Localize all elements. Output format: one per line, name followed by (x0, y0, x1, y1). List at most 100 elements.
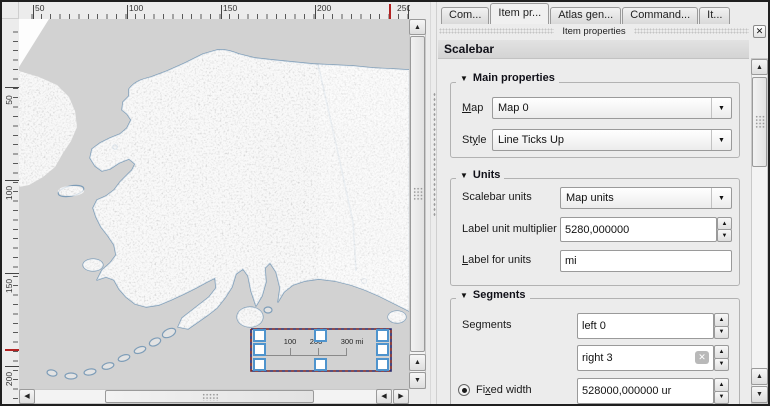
tab-item-properties[interactable]: Item pr... (490, 3, 549, 24)
scalebar-label-100: 100 (284, 337, 297, 346)
resize-handle-bottom-left[interactable] (253, 358, 266, 371)
tab-atlas-generation[interactable]: Atlas gen... (550, 7, 621, 24)
style-label: Style (462, 134, 486, 146)
spin-up-icon[interactable]: ▲ (714, 313, 729, 327)
map-label: Map (462, 102, 483, 114)
ruler-label: 150 (4, 275, 14, 297)
scroll-left-icon: ◀ (24, 393, 29, 400)
fixed-width-input[interactable]: 528000,000000 ur (577, 378, 714, 404)
scalebar-map-item[interactable]: 100 200 300 mi (250, 328, 392, 372)
label-unit-multiplier-spinner: ▲ ▼ (717, 217, 732, 242)
collapse-arrow-icon: ▼ (460, 291, 468, 300)
resize-handle-middle-right[interactable] (376, 343, 389, 356)
scroll-up-button[interactable]: ▲ (409, 19, 426, 35)
ruler-label: 250 (397, 3, 410, 13)
radio-dot (462, 388, 467, 393)
cursor-position-marker (389, 4, 391, 19)
spin-down-icon[interactable]: ▼ (714, 358, 729, 372)
resize-handle-top-right[interactable] (376, 329, 389, 342)
item-properties-panel: Com... Item pr... Atlas gen... Command..… (437, 2, 768, 404)
tab-items[interactable]: It... (699, 7, 730, 24)
fixed-width-radio[interactable] (458, 384, 470, 396)
resize-handle-top-left[interactable] (253, 329, 266, 342)
tab-command-history[interactable]: Command... (622, 7, 698, 24)
item-type-header: Scalebar (438, 40, 749, 59)
main-properties-group-title[interactable]: ▼ Main properties (456, 72, 559, 84)
resize-handle-middle-left[interactable] (253, 343, 266, 356)
resize-handle-bottom-center[interactable] (314, 358, 327, 371)
ruler-label: 50 (35, 3, 44, 13)
scalebar-units-combobox[interactable]: Map units ▼ (560, 187, 732, 209)
segments-left-input[interactable]: left 0 (577, 313, 714, 339)
scroll-down-button[interactable]: ▼ (751, 386, 768, 403)
composer-area: 50 100 150 200 250 50 100 150 200 (2, 2, 430, 404)
label-for-units-input[interactable]: mi (560, 250, 732, 272)
vertical-ruler: 50 100 150 200 (2, 19, 19, 404)
spin-down-icon[interactable]: ▼ (717, 229, 732, 242)
panel-vertical-scrollbar[interactable]: ▲ ▲ ▼ (751, 58, 768, 404)
scrollbar-thumb[interactable] (105, 390, 314, 403)
fixed-width-spinner: ▲ ▼ (714, 378, 729, 404)
ruler-label: 150 (223, 3, 237, 13)
segments-right-input[interactable]: right 3 (577, 345, 714, 371)
ruler-label: 200 (317, 3, 331, 13)
spin-up-icon[interactable]: ▲ (714, 345, 729, 359)
scroll-left-icon: ◀ (381, 393, 386, 400)
chevron-down-icon[interactable]: ▼ (711, 98, 731, 118)
scroll-down-icon: ▼ (756, 391, 763, 398)
scroll-right-icon: ▶ (398, 393, 403, 400)
scalebar-tick (318, 348, 319, 356)
scroll-down-icon: ▼ (414, 377, 421, 384)
dock-title-ornament (439, 28, 554, 34)
scroll-left-button[interactable]: ◀ (19, 389, 35, 404)
panel-scroll-content: ▼ Main properties Map Map 0 ▼ Style Line… (438, 60, 750, 404)
fixed-width-label: Fixed width (476, 384, 532, 396)
scrollbar-thumb[interactable] (752, 77, 767, 167)
resize-handle-top-center[interactable] (314, 329, 327, 342)
ruler-label: 100 (129, 3, 143, 13)
scalebar-units-label: Scalebar units (462, 191, 532, 203)
scrollbar-thumb[interactable] (410, 36, 425, 352)
scroll-up-icon: ▲ (414, 24, 421, 31)
scalebar-label-300mi: 300 mi (341, 337, 364, 346)
scalebar-tick (346, 348, 347, 356)
composition-canvas[interactable]: 100 200 300 mi (19, 19, 409, 389)
cursor-position-marker (5, 349, 19, 351)
scroll-up-button-2[interactable]: ▲ (751, 368, 768, 385)
ruler-tick (315, 5, 316, 19)
close-icon[interactable]: ✕ (753, 25, 766, 38)
dock-splitter[interactable] (430, 2, 437, 404)
scroll-down-button[interactable]: ▼ (409, 372, 426, 389)
dock-titlebar: Item properties ✕ (439, 25, 766, 37)
canvas-horizontal-scrollbar[interactable]: ◀ ◀ ▶ (19, 389, 409, 404)
segments-group-title[interactable]: ▼ Segments (456, 289, 530, 301)
ruler-label: 200 (4, 368, 14, 390)
canvas-vertical-scrollbar[interactable]: ▲ ▲ ▼ (409, 19, 427, 389)
chevron-down-icon[interactable]: ▼ (711, 130, 731, 150)
style-combobox[interactable]: Line Ticks Up ▼ (492, 129, 732, 151)
ruler-tick (5, 180, 19, 181)
spin-down-icon[interactable]: ▼ (714, 326, 729, 340)
segments-left-spinner: ▲ ▼ (714, 313, 729, 339)
map-combobox[interactable]: Map 0 ▼ (492, 97, 732, 119)
units-group-title[interactable]: ▼ Units (456, 169, 504, 181)
scroll-left-button-2[interactable]: ◀ (376, 389, 392, 404)
ruler-tick (221, 5, 222, 19)
spin-up-icon[interactable]: ▲ (714, 378, 729, 392)
clear-field-icon[interactable]: ✕ (695, 351, 709, 364)
spin-down-icon[interactable]: ▼ (714, 391, 729, 405)
ruler-label: 50 (4, 89, 14, 111)
tab-composition[interactable]: Com... (441, 7, 489, 24)
qgis-print-composer-window: 50 100 150 200 250 50 100 150 200 (0, 0, 770, 406)
ruler-corner (2, 2, 19, 19)
scroll-up-button-2[interactable]: ▲ (409, 354, 426, 371)
scroll-up-icon: ▲ (756, 64, 763, 71)
collapse-arrow-icon: ▼ (460, 171, 468, 180)
label-unit-multiplier-input[interactable]: 5280,000000 (560, 217, 717, 242)
label-for-units-label: Label for units (462, 254, 531, 266)
chevron-down-icon[interactable]: ▼ (711, 188, 731, 208)
resize-handle-bottom-right[interactable] (376, 358, 389, 371)
ruler-tick (5, 273, 19, 274)
scroll-up-button[interactable]: ▲ (751, 59, 768, 75)
scroll-right-button[interactable]: ▶ (393, 389, 409, 404)
